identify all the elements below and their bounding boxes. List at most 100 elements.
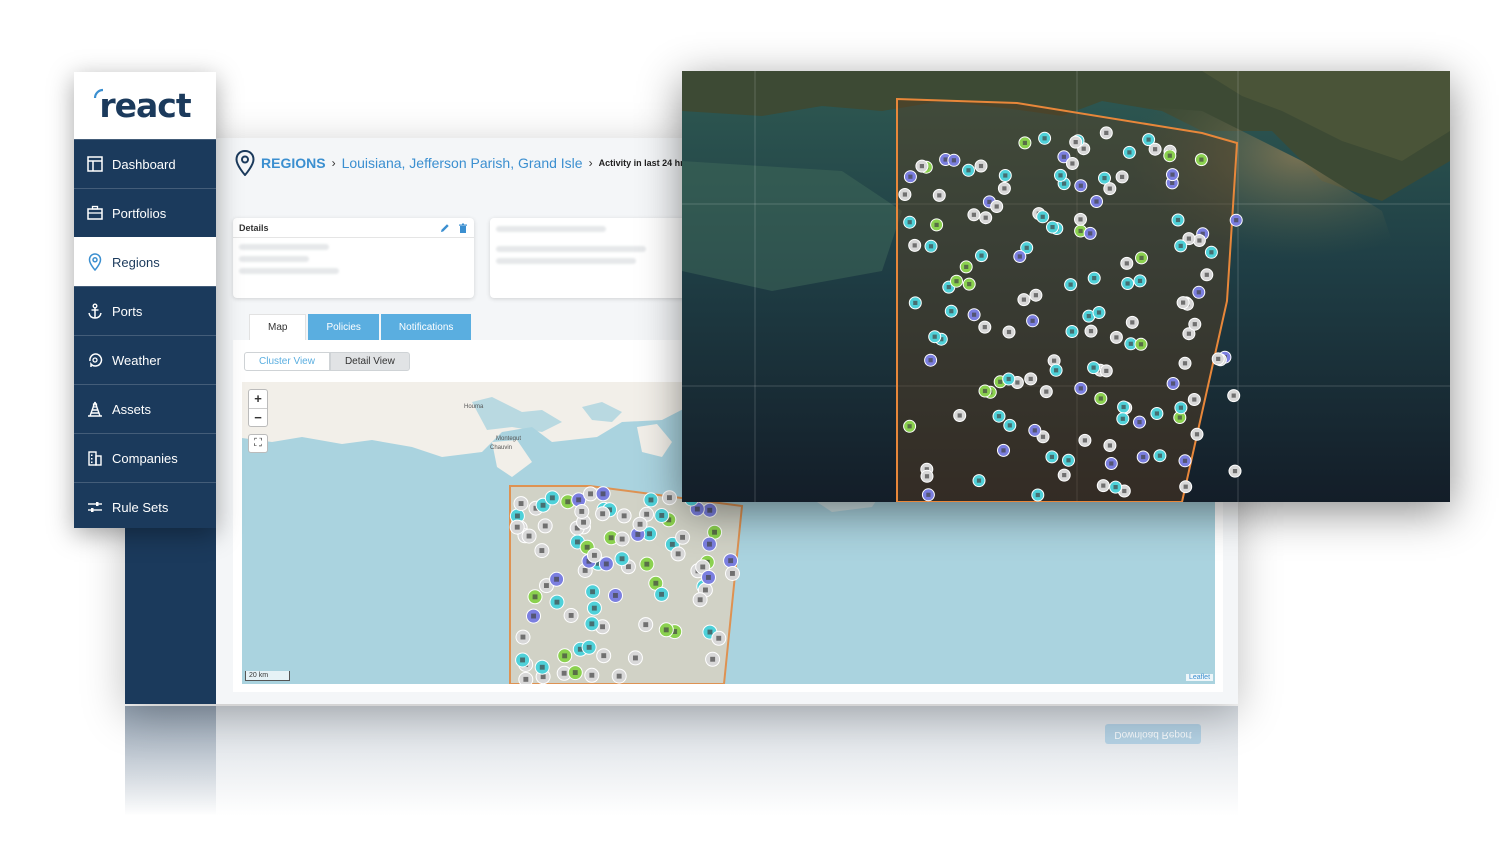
asset-marker-glyph: [549, 495, 555, 501]
breadcrumb-place-link[interactable]: Louisiana, Jefferson Parish, Grand Isle: [342, 155, 583, 171]
asset-marker-glyph: [518, 501, 524, 506]
asset-marker-glyph: [1170, 172, 1175, 177]
asset-marker-glyph: [697, 597, 703, 603]
asset-marker-glyph: [983, 215, 988, 220]
asset-marker-glyph: [581, 519, 586, 525]
asset-marker-glyph: [1120, 416, 1125, 421]
tab-notifications[interactable]: Notifications: [380, 314, 472, 340]
sidebar-item-label: Dashboard: [112, 156, 176, 172]
asset-marker-glyph: [600, 491, 606, 497]
asset-marker-glyph: [1171, 381, 1176, 386]
blurred-detail-line: [239, 256, 309, 262]
map-label-houma: Houma: [464, 404, 484, 410]
sidebar-item-assets[interactable]: Assets: [74, 384, 216, 433]
asset-marker-glyph: [532, 594, 538, 600]
map-pin-icon: [235, 150, 255, 176]
map-attribution-link[interactable]: Leaflet: [1186, 674, 1214, 681]
asset-marker-glyph: [1107, 443, 1112, 448]
satellite-canvas[interactable]: [682, 71, 1450, 502]
asset-marker-glyph: [601, 653, 607, 659]
logo-container[interactable]: react: [74, 72, 216, 139]
asset-marker-glyph: [561, 670, 567, 676]
asset-marker-glyph: [619, 536, 625, 542]
asset-marker-glyph: [572, 670, 578, 675]
asset-marker-glyph: [707, 629, 713, 635]
breadcrumb-activity[interactable]: Activity in last 24 hrs: [599, 158, 689, 168]
asset-marker-glyph: [1094, 199, 1099, 204]
asset-marker-glyph: [1062, 181, 1067, 186]
edit-pencil-icon[interactable]: [440, 223, 450, 233]
reflected-download-button: Download Report: [1105, 724, 1201, 744]
summary-card: [490, 218, 690, 298]
asset-marker-glyph: [1114, 335, 1119, 340]
sidebar-item-regions[interactable]: Regions: [74, 237, 216, 286]
cluster-view-button[interactable]: Cluster View: [244, 352, 330, 371]
logo-text: react: [99, 86, 191, 125]
asset-marker-glyph: [1091, 365, 1096, 370]
tab-map[interactable]: Map: [249, 314, 307, 340]
asset-marker-glyph: [1196, 290, 1201, 295]
dashboard-icon: [86, 155, 104, 173]
asset-marker-glyph: [1007, 423, 1012, 428]
asset-marker-glyph: [1078, 183, 1083, 188]
delete-trash-icon[interactable]: [458, 223, 468, 233]
asset-marker-glyph: [1017, 254, 1022, 259]
zoom-out-button[interactable]: −: [249, 408, 267, 426]
asset-marker-glyph: [1153, 147, 1158, 152]
sidebar-item-dashboard[interactable]: Dashboard: [74, 139, 216, 188]
zoom-control: + −: [248, 389, 268, 427]
asset-marker-glyph: [1040, 214, 1045, 219]
asset-marker-glyph: [576, 497, 582, 503]
asset-marker-glyph: [1124, 261, 1129, 266]
breadcrumb-regions-link[interactable]: REGIONS: [261, 155, 326, 171]
detail-view-button[interactable]: Detail View: [329, 352, 410, 371]
satellite-map[interactable]: [682, 71, 1450, 502]
asset-marker-glyph: [542, 523, 548, 529]
fullscreen-button[interactable]: ⛶: [248, 434, 268, 453]
sidebar-item-label: Companies: [112, 450, 178, 466]
asset-marker-glyph: [568, 613, 574, 618]
asset-marker-glyph: [710, 656, 716, 662]
asset-marker-glyph: [1073, 140, 1078, 145]
signal-wave-icon: [94, 88, 104, 99]
window-reflection: Download Report: [125, 706, 1238, 816]
map-pin-icon: [86, 253, 104, 271]
asset-marker-glyph: [1070, 161, 1075, 166]
asset-marker-glyph: [1002, 186, 1007, 191]
sidebar-item-companies[interactable]: Companies: [74, 433, 216, 482]
asset-marker-glyph: [1054, 368, 1059, 373]
asset-marker-glyph: [1033, 293, 1038, 298]
sidebar-item-weather[interactable]: Weather: [74, 335, 216, 384]
asset-marker-glyph: [919, 164, 924, 169]
zoom-in-button[interactable]: +: [249, 390, 267, 408]
asset-marker-glyph: [716, 635, 722, 641]
asset-marker-glyph: [1092, 276, 1097, 281]
asset-marker-glyph: [592, 552, 597, 558]
tab-policies[interactable]: Policies: [308, 314, 379, 340]
asset-marker-glyph: [659, 513, 665, 518]
asset-marker-glyph: [1122, 488, 1127, 494]
asset-marker-glyph: [1078, 217, 1083, 222]
asset-marker-glyph: [1186, 331, 1191, 336]
asset-marker-glyph: [934, 222, 939, 227]
asset-marker-glyph: [579, 509, 585, 514]
asset-marker-glyph: [1078, 228, 1083, 234]
asset-marker-glyph: [1042, 136, 1047, 141]
asset-marker-glyph: [943, 157, 948, 162]
asset-marker-glyph: [584, 544, 590, 550]
sidebar-item-portfolios[interactable]: Portfolios: [74, 188, 216, 237]
asset-marker-glyph: [1102, 176, 1107, 181]
sidebar: react Dashboard Portfolios Regions Ports…: [74, 72, 216, 528]
asset-marker-glyph: [1030, 318, 1035, 323]
asset-marker-glyph: [647, 531, 652, 537]
sidebar-item-ports[interactable]: Ports: [74, 286, 216, 335]
asset-marker-glyph: [954, 279, 959, 284]
sidebar-item-label: Portfolios: [112, 205, 167, 221]
asset-marker-glyph: [1232, 469, 1238, 474]
sidebar-item-rule-sets[interactable]: Rule Sets: [74, 482, 216, 531]
sidebar-item-label: Weather: [112, 352, 161, 368]
asset-marker-glyph: [1194, 432, 1200, 437]
asset-marker-glyph: [994, 204, 999, 209]
asset-marker-glyph: [982, 325, 987, 330]
asset-marker-glyph: [1199, 157, 1204, 162]
